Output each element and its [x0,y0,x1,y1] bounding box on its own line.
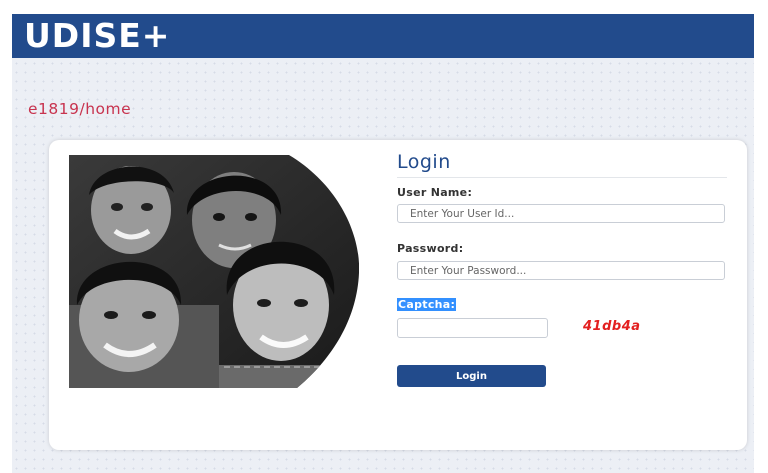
login-title: Login [397,151,451,173]
username-label: User Name: [397,186,473,199]
password-input[interactable] [397,261,725,280]
captcha-label-wrap: Captcha: [397,298,457,311]
password-label: Password: [397,242,464,255]
captcha-code: 41db4a [583,319,641,334]
username-input[interactable] [397,204,725,223]
login-button[interactable]: Login [397,365,546,387]
top-navbar: UDISE+ [12,14,754,58]
captcha-input[interactable] [397,318,548,338]
page-frame: UDISE+ e1819/home Login User Name: Enter… [12,14,754,473]
captcha-label: Captcha: [397,298,457,311]
udise-logo[interactable]: UDISE+ [24,16,170,56]
title-divider [397,177,727,178]
children-photo-illustration [69,155,359,388]
children-photo [69,155,359,388]
login-card: Login User Name: Password: Captcha: 41db… [49,140,747,450]
url-fragment-text: e1819/home [28,100,132,118]
